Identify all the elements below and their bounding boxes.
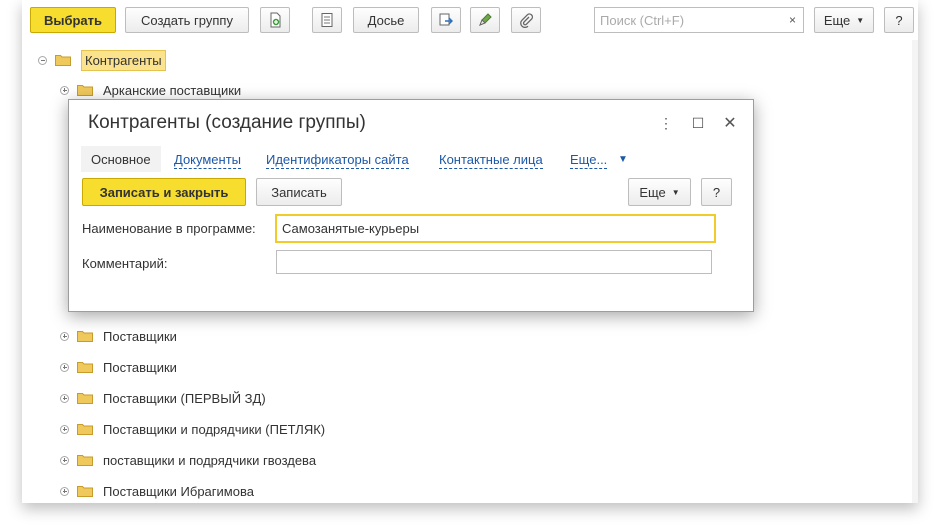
tree-row[interactable]: поставщики и подрядчики гвоздева — [60, 449, 316, 471]
tree-row-label: поставщики и подрядчики гвоздева — [103, 452, 317, 468]
tree-row-label: Поставщики (ПЕРВЫЙ ЗД) — [103, 390, 266, 406]
tree-row[interactable]: Поставщики и подрядчики (ПЕТЛЯК) — [60, 418, 325, 440]
tree-row[interactable]: Арканские поставщики — [60, 79, 241, 101]
tree-row-label: Поставщики — [103, 359, 177, 375]
collapse-icon[interactable] — [38, 55, 47, 65]
dialog-title: Контрагенты (создание группы) — [88, 112, 366, 133]
edit-icon — [479, 13, 492, 26]
search-input[interactable]: Поиск (Ctrl+F) — [594, 7, 804, 33]
more-label: Еще — [823, 12, 851, 28]
tab-site-ids[interactable]: Идентификаторы сайта — [266, 152, 409, 169]
expand-icon[interactable] — [60, 424, 69, 434]
folder-icon — [77, 393, 93, 404]
chevron-down-icon: ▼ — [856, 15, 865, 25]
tree-row[interactable]: Поставщики Ибрагимова — [60, 480, 254, 502]
list-button[interactable] — [312, 7, 342, 33]
tree-row[interactable]: Поставщики — [60, 325, 177, 347]
comment-label: Комментарий: — [82, 256, 168, 271]
folder-icon — [77, 362, 93, 373]
export-icon — [439, 13, 453, 26]
help-button[interactable]: ? — [884, 7, 914, 33]
tree-row-label: Поставщики и подрядчики (ПЕТЛЯК) — [103, 421, 326, 437]
maximize-icon[interactable]: ☐ — [689, 114, 707, 132]
expand-icon[interactable] — [60, 486, 69, 496]
folder-icon — [77, 455, 93, 466]
tree-row-label: Арканские поставщики — [103, 82, 242, 98]
folder-icon — [55, 55, 71, 66]
save-button[interactable]: Записать — [256, 178, 342, 206]
add-document-icon — [270, 12, 281, 28]
tree-row-label: Поставщики — [103, 328, 177, 344]
search-clear-button[interactable]: × — [782, 7, 804, 33]
add-document-button[interactable] — [260, 7, 290, 33]
expand-icon[interactable] — [60, 331, 69, 341]
expand-icon[interactable] — [60, 362, 69, 372]
name-field[interactable]: Самозанятые-курьеры — [275, 214, 716, 243]
create-group-button[interactable]: Создать группу — [125, 7, 249, 33]
tab-more-label: Еще... — [570, 152, 608, 167]
kebab-menu-icon[interactable]: ⋮ — [657, 114, 675, 132]
tree-row[interactable]: Поставщики — [60, 356, 177, 378]
tree-row-label: Поставщики Ибрагимова — [103, 483, 254, 499]
tree-root-label: Контрагенты — [81, 49, 166, 71]
tab-more[interactable]: Еще... — [570, 152, 608, 169]
tree-root-row[interactable]: Контрагенты — [38, 49, 166, 71]
save-and-close-button[interactable]: Записать и закрыть — [82, 178, 246, 206]
tab-contacts[interactable]: Контактные лица — [439, 152, 543, 169]
create-group-dialog: Контрагенты (создание группы) ⋮ ☐ ✕ Осно… — [68, 99, 754, 312]
folder-icon — [77, 85, 93, 96]
toolbar: Выбрать Создать группу Досье Поиск (Ctrl… — [22, 0, 918, 40]
export-button[interactable] — [431, 7, 461, 33]
chevron-down-icon: ▼ — [671, 187, 680, 197]
scrollbar[interactable] — [912, 40, 918, 503]
tab-more-chevron-icon[interactable]: ▼ — [618, 146, 628, 172]
tab-main[interactable]: Основное — [81, 146, 161, 172]
edit-button[interactable] — [470, 7, 500, 33]
select-button[interactable]: Выбрать — [30, 7, 116, 33]
dialog-more-button[interactable]: Еще ▼ — [628, 178, 691, 206]
dialog-more-label: Еще — [639, 184, 666, 200]
folder-icon — [77, 424, 93, 435]
dialog-help-button[interactable]: ? — [701, 178, 732, 206]
folder-icon — [77, 331, 93, 342]
folder-icon — [77, 486, 93, 497]
close-icon[interactable]: ✕ — [721, 114, 739, 132]
attach-button[interactable] — [511, 7, 541, 33]
tree-row[interactable]: Поставщики (ПЕРВЫЙ ЗД) — [60, 387, 266, 409]
attach-icon — [520, 13, 534, 28]
expand-icon[interactable] — [60, 85, 69, 95]
tab-documents[interactable]: Документы — [174, 152, 242, 169]
expand-icon[interactable] — [60, 393, 69, 403]
name-label: Наименование в программе: — [82, 221, 256, 236]
list-icon — [321, 13, 333, 27]
comment-field[interactable] — [276, 250, 712, 274]
expand-icon[interactable] — [60, 455, 69, 465]
dossier-button[interactable]: Досье — [353, 7, 419, 33]
more-button[interactable]: Еще ▼ — [814, 7, 874, 33]
